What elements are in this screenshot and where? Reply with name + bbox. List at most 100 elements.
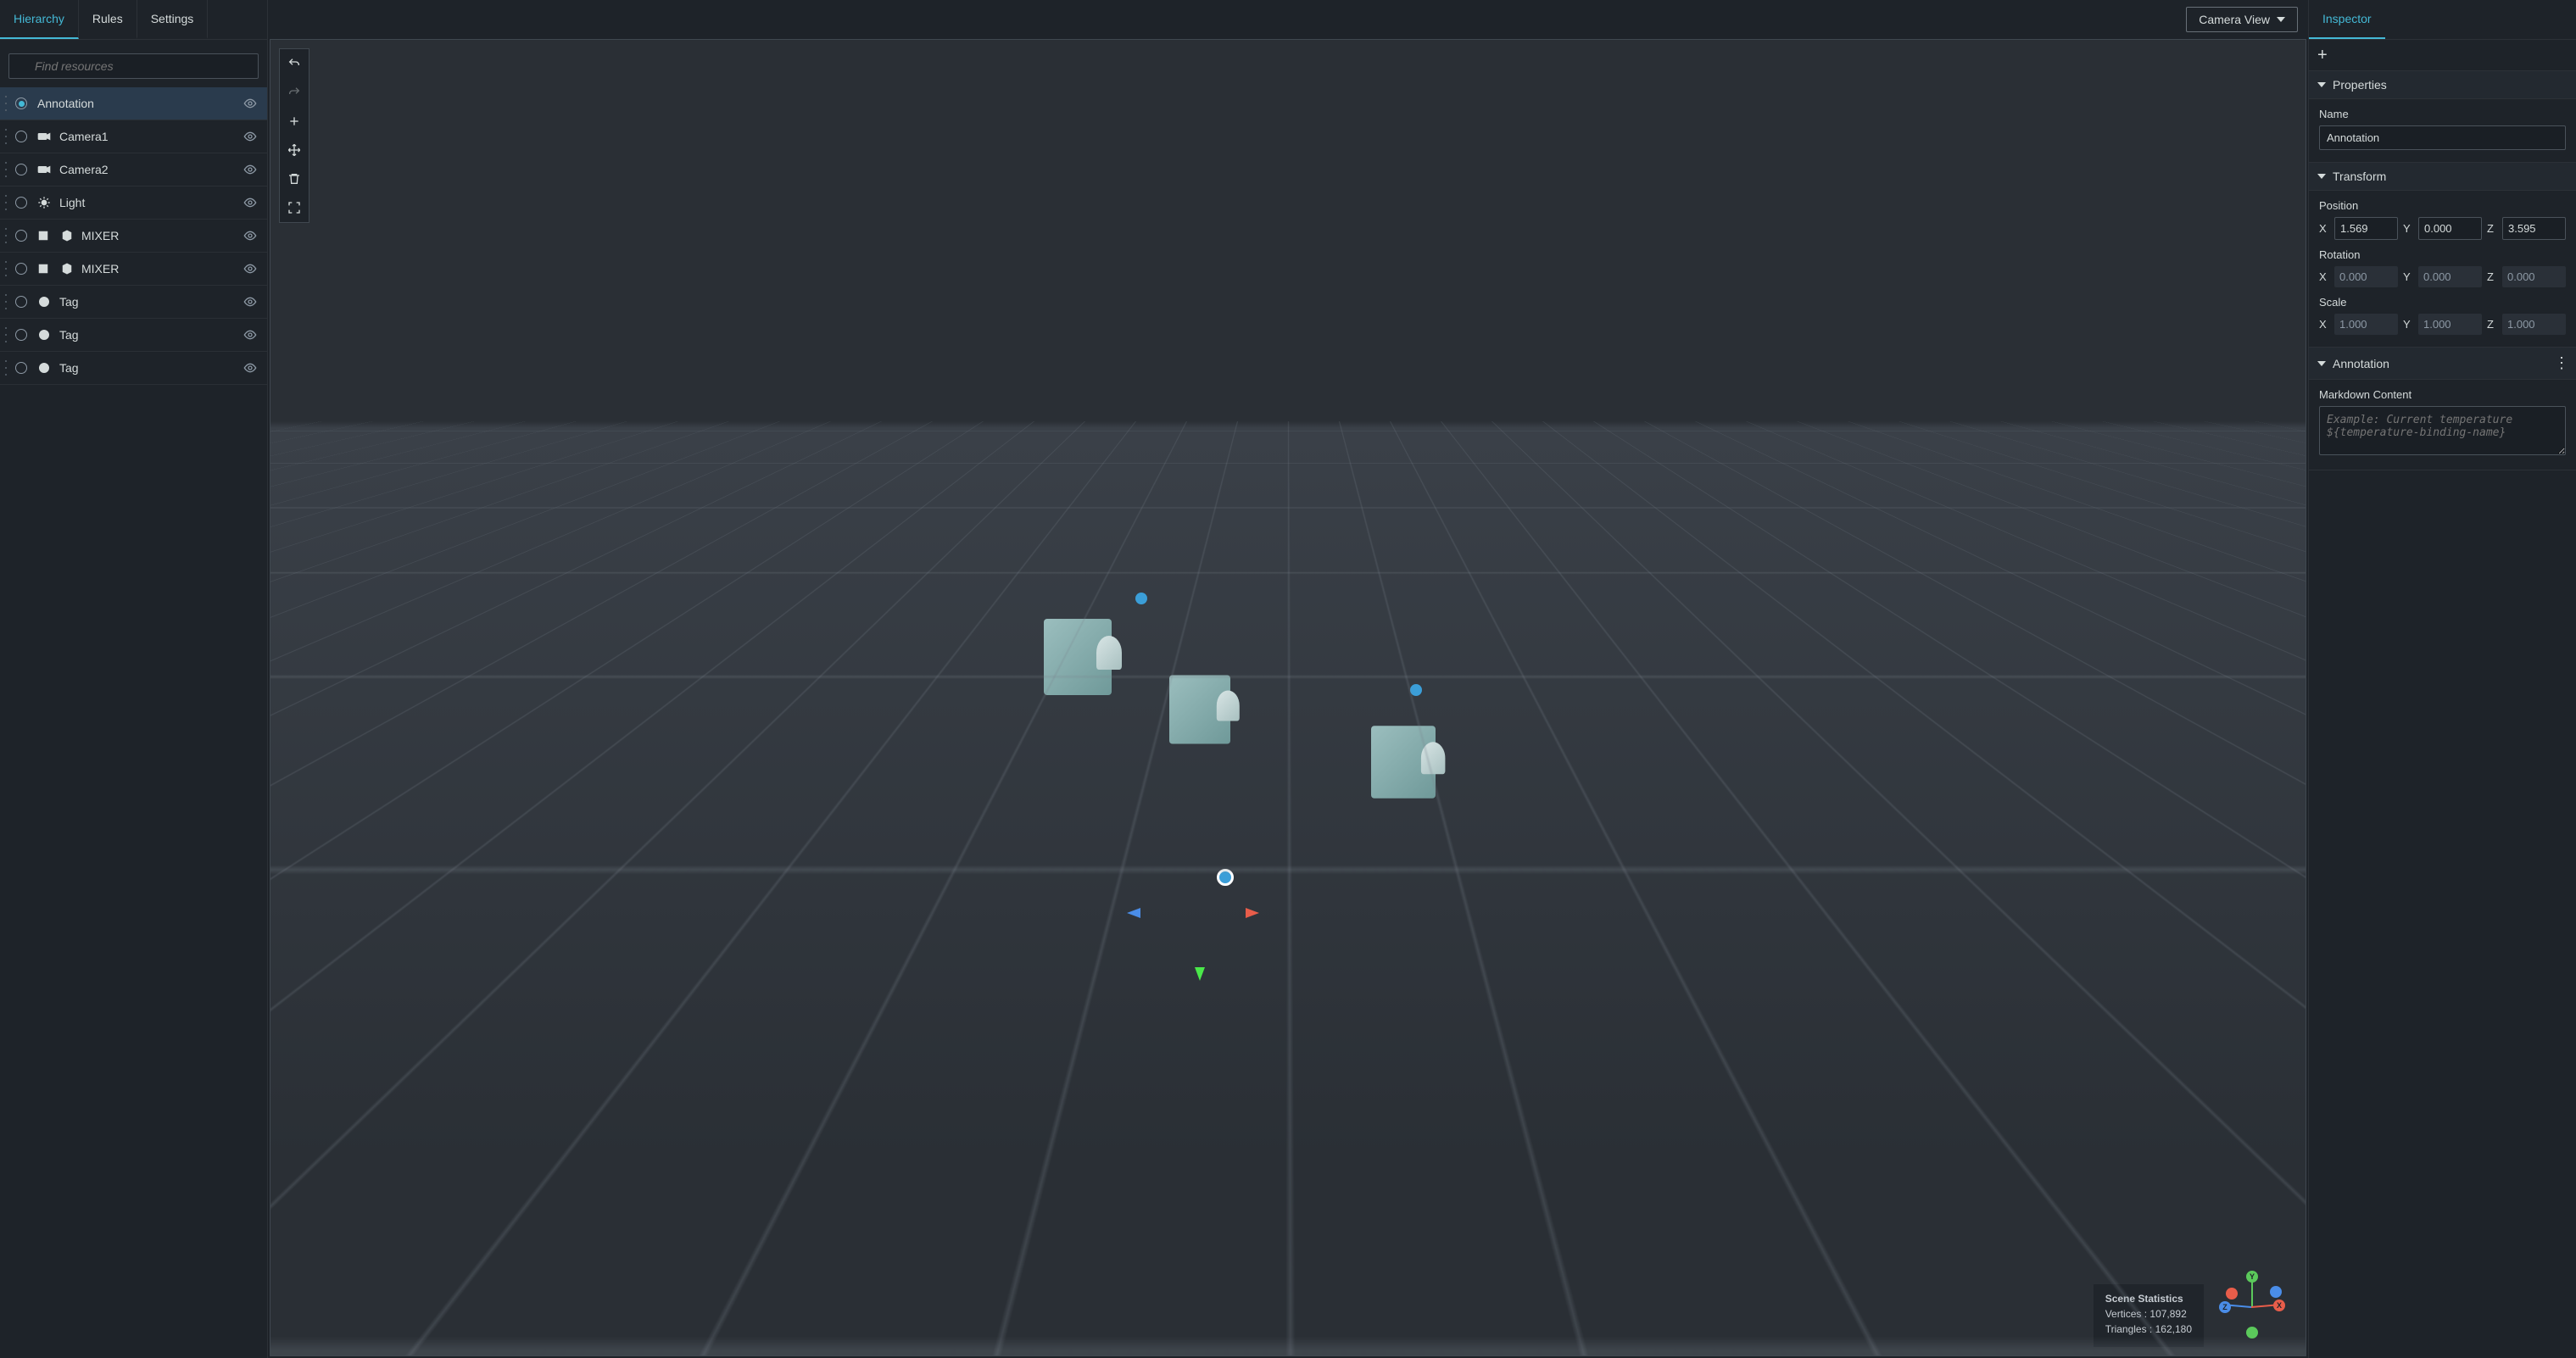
section-properties-header[interactable]: Properties (2309, 71, 2576, 99)
drag-handle-icon[interactable] (5, 228, 8, 243)
hierarchy-item[interactable]: Tag (0, 286, 267, 319)
left-tabs: Hierarchy Rules Settings (0, 0, 267, 40)
hierarchy-item-label: Tag (59, 328, 243, 342)
chevron-down-icon (2317, 174, 2326, 179)
select-radio[interactable] (15, 164, 27, 175)
hierarchy-item[interactable]: Camera1 (0, 120, 267, 153)
hierarchy-item[interactable]: Light (0, 186, 267, 220)
delete-button[interactable] (280, 164, 309, 193)
markdown-textarea[interactable] (2319, 406, 2566, 455)
position-z-input[interactable] (2502, 217, 2566, 240)
stats-triangles: Triangles : 162,180 (2105, 1323, 2192, 1335)
select-radio[interactable] (15, 197, 27, 209)
mixer-object[interactable] (1169, 675, 1230, 743)
drag-handle-icon[interactable] (5, 129, 8, 144)
gizmo-x-axis[interactable] (1246, 908, 1259, 918)
gizmo-z-axis[interactable] (1127, 908, 1140, 918)
hierarchy-item[interactable]: Tag (0, 352, 267, 385)
hierarchy-item[interactable]: Tag (0, 319, 267, 352)
hierarchy-item-label: Camera2 (59, 163, 243, 176)
add-button[interactable] (280, 107, 309, 136)
annotation-marker[interactable] (1217, 869, 1234, 886)
select-radio[interactable] (15, 263, 27, 275)
section-annotation-title: Annotation (2333, 357, 2389, 370)
hierarchy-item-label: Tag (59, 361, 243, 375)
section-transform-title: Transform (2333, 170, 2386, 183)
name-input[interactable] (2319, 125, 2566, 150)
camera-view-label: Camera View (2199, 13, 2270, 26)
drag-handle-icon[interactable] (5, 294, 8, 309)
drag-handle-icon[interactable] (5, 261, 8, 276)
select-radio[interactable] (15, 97, 27, 109)
scale-y-input[interactable] (2418, 314, 2482, 335)
visibility-toggle-icon[interactable] (243, 328, 257, 342)
visibility-toggle-icon[interactable] (243, 295, 257, 309)
3d-viewport[interactable]: ‹ › Scene Statistics Vertices : 107,892 … (270, 39, 2306, 1356)
move-tool-button[interactable] (280, 136, 309, 164)
rotation-x-input[interactable] (2334, 266, 2398, 287)
scale-x-input[interactable] (2334, 314, 2398, 335)
markdown-label: Markdown Content (2319, 388, 2566, 401)
drag-handle-icon[interactable] (5, 360, 8, 376)
viewport-panel: Camera View (268, 0, 2308, 1358)
visibility-toggle-icon[interactable] (243, 163, 257, 176)
expand-button[interactable] (280, 193, 309, 222)
axis-gizmo[interactable]: Y X Z (2214, 1269, 2290, 1345)
hierarchy-panel: Hierarchy Rules Settings Annotation Came… (0, 0, 268, 1358)
tag-marker[interactable] (1135, 593, 1147, 604)
select-radio[interactable] (15, 131, 27, 142)
add-component-button[interactable]: + (2317, 47, 2334, 64)
position-x-input[interactable] (2334, 217, 2398, 240)
more-options-icon[interactable]: ⋮ (2554, 354, 2568, 372)
scale-label: Scale (2319, 296, 2566, 309)
drag-handle-icon[interactable] (5, 327, 8, 342)
stats-vertices: Vertices : 107,892 (2105, 1308, 2192, 1320)
hierarchy-item-label: Light (59, 196, 243, 209)
rotation-y-input[interactable] (2418, 266, 2482, 287)
name-label: Name (2319, 108, 2566, 120)
stats-title: Scene Statistics (2105, 1293, 2192, 1305)
tab-hierarchy[interactable]: Hierarchy (0, 0, 79, 39)
drag-handle-icon[interactable] (5, 96, 8, 111)
visibility-toggle-icon[interactable] (243, 97, 257, 110)
select-radio[interactable] (15, 296, 27, 308)
search-input[interactable] (8, 53, 259, 79)
tab-rules[interactable]: Rules (79, 0, 137, 39)
section-properties-title: Properties (2333, 78, 2387, 92)
hierarchy-list: Annotation Camera1 Camera2 Light MIXER M… (0, 87, 267, 1358)
chevron-down-icon (2317, 82, 2326, 87)
position-y-input[interactable] (2418, 217, 2482, 240)
drag-handle-icon[interactable] (5, 162, 8, 177)
visibility-toggle-icon[interactable] (243, 361, 257, 375)
drag-handle-icon[interactable] (5, 195, 8, 210)
hierarchy-item[interactable]: MIXER (0, 220, 267, 253)
mixer-object[interactable] (1371, 726, 1436, 799)
undo-button[interactable] (280, 49, 309, 78)
select-radio[interactable] (15, 329, 27, 341)
visibility-toggle-icon[interactable] (243, 229, 257, 242)
visibility-toggle-icon[interactable] (243, 130, 257, 143)
camera-view-dropdown[interactable]: Camera View (2186, 7, 2298, 32)
visibility-toggle-icon[interactable] (243, 262, 257, 275)
hierarchy-item[interactable]: Camera2 (0, 153, 267, 186)
rotation-z-input[interactable] (2502, 266, 2566, 287)
hierarchy-item-label: Annotation (37, 97, 243, 110)
hierarchy-item[interactable]: MIXER (0, 253, 267, 286)
gizmo-y-axis[interactable] (1195, 967, 1205, 981)
visibility-toggle-icon[interactable] (243, 196, 257, 209)
hierarchy-item-label: Tag (59, 295, 243, 309)
section-annotation-header[interactable]: Annotation ⋮ (2309, 348, 2576, 380)
select-radio[interactable] (15, 230, 27, 242)
axis-z-label: Z (2487, 222, 2497, 235)
select-radio[interactable] (15, 362, 27, 374)
hierarchy-item-label: Camera1 (59, 130, 243, 143)
section-transform-header[interactable]: Transform (2309, 163, 2576, 191)
scale-z-input[interactable] (2502, 314, 2566, 335)
tab-inspector[interactable]: Inspector (2309, 0, 2385, 39)
redo-button[interactable] (280, 78, 309, 107)
chevron-down-icon (2317, 361, 2326, 366)
hierarchy-item[interactable]: Annotation (0, 87, 267, 120)
mixer-object[interactable] (1044, 619, 1112, 695)
tab-settings[interactable]: Settings (137, 0, 209, 39)
viewport-toolbar (279, 48, 309, 223)
